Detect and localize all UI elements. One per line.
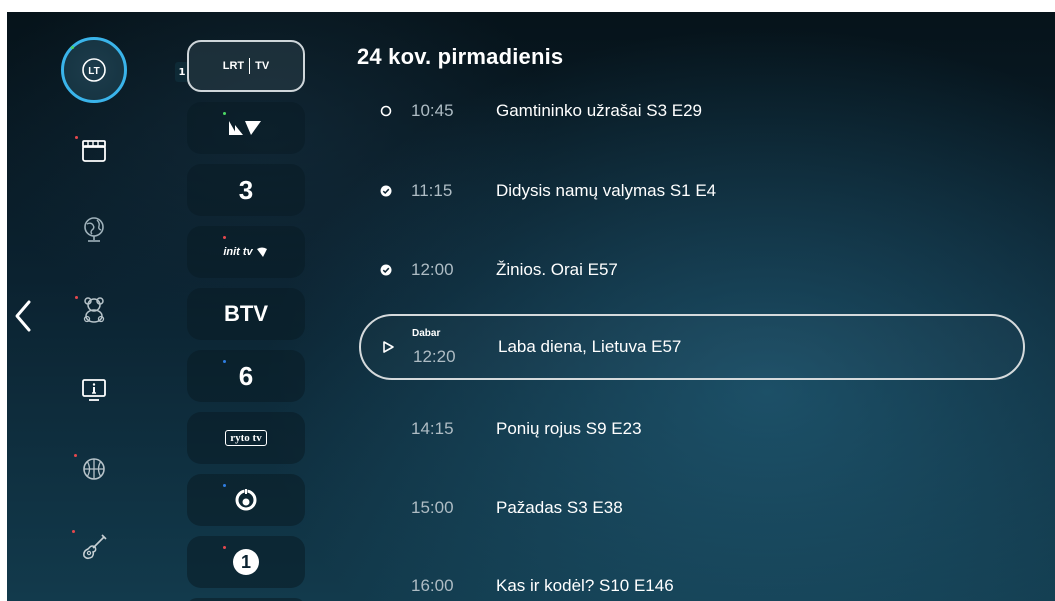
program-time: 12:00 [411,260,454,279]
notification-dot [72,530,75,533]
channel-item-tv1[interactable]: 1 [187,536,305,588]
tv3-birds-logo [229,121,261,135]
category-lt[interactable]: LT [59,35,129,105]
schedule-date-title: 24 kov. pirmadienis [357,44,564,69]
svg-text:LT: LT [88,66,99,77]
channel-item-tv3[interactable]: 3 [187,164,305,216]
lrt-tv-logo: LRT TV [223,58,269,74]
program-title: Didysis namų valymas S1 E4 [496,181,717,200]
program-time: 14:15 [411,419,454,438]
info-tv-icon [82,379,106,401]
logo-divider [249,58,251,74]
channel-item-init-tv[interactable]: init tv [187,226,305,278]
play-outline-icon [381,340,395,354]
category-movies[interactable] [59,116,129,186]
now-label: Dabar [412,328,441,339]
program-row[interactable]: 12:00 Žinios. Orai E57 [359,237,1025,303]
program-title: Kas ir kodėl? S10 E146 [496,576,674,595]
category-world[interactable] [59,195,129,265]
teddy-bear-icon [83,297,105,323]
check-circle-icon [379,263,393,277]
category-sports[interactable] [59,434,129,504]
notification-dot [75,296,78,299]
tv8-logo [235,489,257,511]
tv1-logo: 1 [233,549,259,575]
program-title: Pažadas S3 E38 [496,498,623,517]
program-time: 10:45 [411,101,454,120]
tv-guide-screen: LT 1 LRT TV 3 init tv BTV 6 ryto tv 1 24… [7,12,1055,601]
notification-dot [75,136,78,139]
lietuvos-ryto-tv-logo: ryto tv [225,430,267,446]
circle-outline-icon [379,104,393,118]
program-time: 16:00 [411,576,454,595]
program-row[interactable]: 14:15 Ponių rojus S9 E23 [359,396,1025,462]
category-info[interactable] [59,355,129,425]
notification-dot [223,360,226,363]
lrt-logo-text: LRT [222,60,245,72]
check-circle-icon [379,184,393,198]
notification-dot [223,236,226,239]
notification-dot [223,112,226,115]
program-row-current[interactable]: Dabar 12:20 Laba diena, Lietuva E57 [359,314,1025,380]
program-title: Gamtininko užrašai S3 E29 [496,101,702,120]
channel-item-btv[interactable]: BTV [187,288,305,340]
tv-logo-text: TV [255,60,270,72]
tv6-logo: 6 [238,360,254,391]
guitar-icon [83,534,107,560]
category-kids[interactable] [59,274,129,344]
back-arrow-icon[interactable] [13,296,35,336]
notification-dot [223,546,226,549]
channel-item-tv8[interactable] [187,474,305,526]
program-time: 15:00 [411,498,454,517]
program-row[interactable]: 11:15 Didysis namų valymas S1 E4 [359,158,1025,224]
program-row[interactable]: 10:45 Gamtininko užrašai S3 E29 [359,78,1025,144]
category-music[interactable] [59,512,129,582]
notification-dot [223,484,226,487]
channel-item-lrt-tv[interactable]: LRT TV [187,40,305,92]
program-title: Laba diena, Lietuva E57 [498,337,682,356]
program-time: 12:20 [413,347,456,366]
channel-item-lietuvos-ryto-tv[interactable]: ryto tv [187,412,305,464]
btv-logo: BTV [224,301,268,326]
notification-dot [74,454,77,457]
channel-item-tv6[interactable]: 6 [187,350,305,402]
movie-clapperboard-icon [82,140,106,162]
globe-icon [84,217,104,242]
tv3-logo: 3 [238,174,254,205]
basketball-icon [83,458,105,480]
program-row[interactable]: 16:00 Kas ir kodėl? S10 E146 [359,553,1025,601]
program-title: Ponių rojus S9 E23 [496,419,642,438]
notification-dot [71,46,74,49]
program-row[interactable]: 15:00 Pažadas S3 E38 [359,475,1025,541]
program-title: Žinios. Orai E57 [496,260,618,279]
lt-channels-icon: LT [82,58,106,82]
init-tv-logo: init tv [223,245,268,259]
program-time: 11:15 [411,181,453,200]
play-swoosh-icon [256,247,267,257]
channel-item-tv3-birds[interactable] [187,102,305,154]
